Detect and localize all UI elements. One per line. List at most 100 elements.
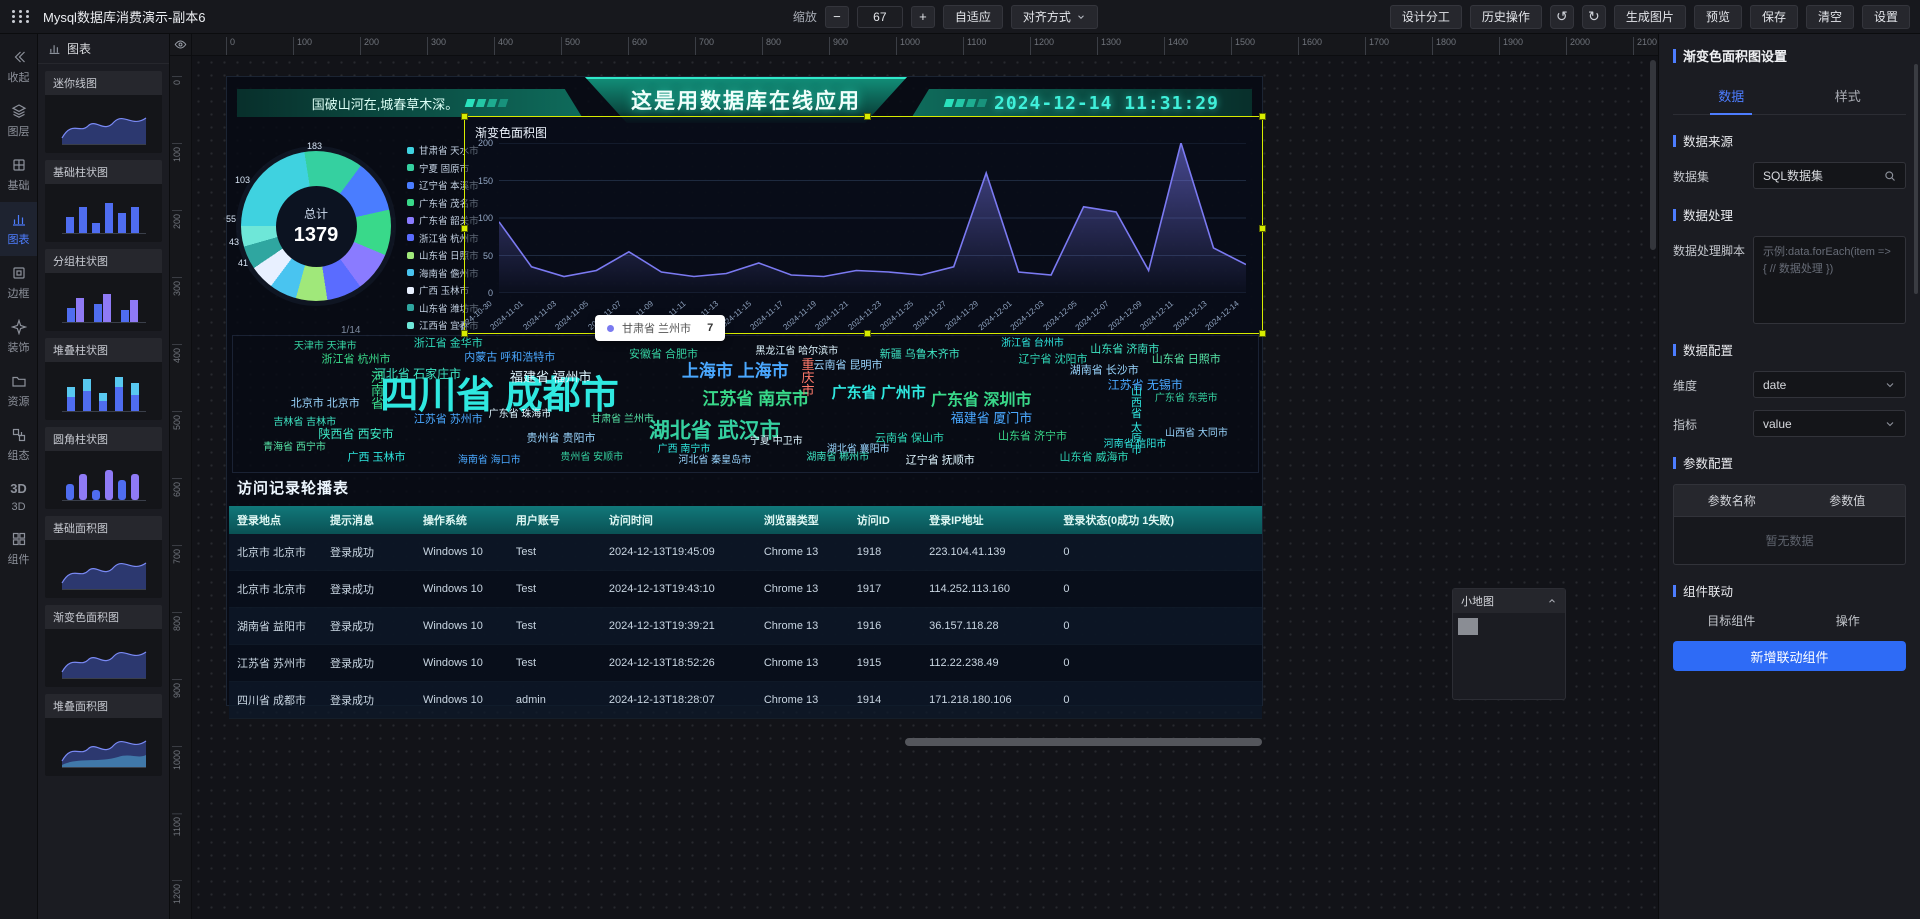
wordcloud-word: 湖北省 襄阳市 [827,445,890,455]
resize-handle[interactable] [1259,113,1266,120]
script-textarea[interactable]: 示例:data.forEach(item => { // 数据处理 }) [1753,236,1906,324]
wordcloud-word: 江苏省 苏州市 [414,415,483,426]
x-axis-label: 2024-11-21 [814,299,851,332]
preview-button[interactable]: 预览 [1694,5,1742,29]
dataset-select[interactable]: SQL数据集 [1753,162,1906,189]
settings-scrollbar[interactable] [1914,64,1918,294]
table-cell: 1917 [849,571,921,608]
fit-button[interactable]: 自适应 [943,5,1003,29]
vertical-scrollbar[interactable] [1650,60,1656,250]
resize-handle[interactable] [461,225,468,232]
chart-template-圆角柱状图[interactable]: 圆角柱状图 [45,427,162,509]
resize-handle[interactable] [461,330,468,337]
chart-template-基础柱状图[interactable]: 基础柱状图 [45,160,162,242]
chart-tooltip: 甘肃省 兰州市 7 [595,315,725,341]
wordcloud-word: 山东省 济南市 [1090,344,1159,355]
nav-item-charts[interactable]: 图表 [0,202,37,256]
nav-item-basic[interactable]: 基础 [0,148,37,202]
chart-template-分组柱状图[interactable]: 分组柱状图 [45,249,162,331]
wordcloud-word: 广东省 深圳市 [931,393,1031,409]
horizontal-scrollbar[interactable] [905,738,1262,746]
x-axis-label: 2024-12-05 [1041,299,1078,332]
chart-template-堆叠面积图[interactable]: 堆叠面积图 [45,694,162,776]
legend-label: 广西 玉林市 [419,283,469,297]
nav-item-layers[interactable]: 图层 [0,94,37,148]
table-cell: Chrome 13 [756,571,849,608]
dashboard-screen[interactable]: 国破山河在,城春草木深。 这是用数据库在线应用 2024-12-14 11:31… [226,76,1263,706]
settings-button[interactable]: 设置 [1862,5,1910,29]
clear-button[interactable]: 清空 [1806,5,1854,29]
table-row: 北京市 北京市登录成功Windows 10Test2024-12-13T19:4… [229,534,1262,571]
undo-icon[interactable]: ↺ [1550,5,1574,29]
resize-handle[interactable] [864,113,871,120]
history-button[interactable]: 历史操作 [1470,5,1542,29]
zoom-value[interactable]: 67 [857,6,903,28]
zoom-out-button[interactable]: − [825,6,849,28]
canvas-viewport[interactable]: 国破山河在,城春草木深。 这是用数据库在线应用 2024-12-14 11:31… [192,56,1658,919]
screen-title: 这是用数据库在线应用 [631,85,861,115]
metric-select[interactable]: value [1753,410,1906,437]
nav-item-collapse[interactable]: 收起 [0,40,37,94]
search-icon[interactable] [1884,170,1896,182]
nav-item-label: 收起 [8,69,30,85]
deco-squares [466,99,507,107]
nav-item-widgets[interactable]: 组件 [0,522,37,576]
widgets-icon [11,531,27,547]
x-axis-label: 2024-11-29 [944,299,981,332]
gradient-area-chart-component[interactable]: 渐变色面积图 050100150200 2024-10-302024-11-01… [465,117,1262,333]
table-header-cell: 登录地点 [229,506,322,534]
app-menu-icon[interactable] [12,10,31,23]
digital-clock: 2024-12-14 11:31:29 [994,93,1219,114]
align-dropdown[interactable]: 对齐方式 [1011,5,1098,29]
nav-item-label: 3D [11,501,25,513]
legend-dot [407,164,414,171]
y-axis-label: 200 [467,138,493,148]
redo-icon[interactable]: ↻ [1582,5,1606,29]
table-cell: Windows 10 [415,534,508,571]
wordcloud-word: 辽宁省 抚顺市 [906,456,975,467]
resource-icon [11,373,27,389]
zoom-in-button[interactable]: + [911,6,935,28]
tooltip-series-name: 甘肃省 兰州市 [622,320,691,336]
save-button[interactable]: 保存 [1750,5,1798,29]
record-table-component[interactable]: 访问记录轮播表 登录地点提示消息操作系统用户账号访问时间浏览器类型访问ID登录I… [229,477,1262,705]
resize-handle[interactable] [461,113,468,120]
nav-item-three-d[interactable]: 3D3D [0,472,37,522]
legend-dot [407,287,414,294]
nav-item-decorate[interactable]: 装饰 [0,310,37,364]
resize-handle[interactable] [1259,330,1266,337]
donut-chart-component[interactable]: 总计 1379 183103554341 甘肃省 天水市宁夏 固原市辽宁省 本溪… [237,133,473,348]
table-cell: 湖南省 益阳市 [229,608,322,645]
wordcloud-word: 浙江省 台州市 [1001,339,1064,349]
chart-template-渐变色面积图[interactable]: 渐变色面积图 [45,605,162,687]
dimension-select[interactable]: date [1753,371,1906,398]
nav-item-composite[interactable]: 组态 [0,418,37,472]
generate-image-button[interactable]: 生成图片 [1614,5,1686,29]
chart-template-label: 迷你线图 [45,71,162,95]
donut-slice-value: 41 [238,258,248,268]
table-cell: admin [508,682,601,719]
param-name-header: 参数名称 [1674,485,1790,516]
y-axis-label: 150 [467,176,493,186]
ruler-horizontal[interactable]: 0100200300400500600700800900100011001200… [192,34,1658,56]
add-linkage-button[interactable]: 新增联动组件 [1673,641,1906,671]
y-axis-label: 100 [467,213,493,223]
resize-handle[interactable] [1259,225,1266,232]
nav-item-border[interactable]: 边框 [0,256,37,310]
minimap-body[interactable] [1453,613,1565,699]
tab-data[interactable]: 数据 [1673,77,1790,114]
minimap-header[interactable]: 小地图 [1453,589,1565,613]
x-axis-label: 2024-11-17 [749,299,786,332]
tab-style[interactable]: 样式 [1790,77,1907,114]
chart-template-迷你线图[interactable]: 迷你线图 [45,71,162,153]
chart-template-基础面积图[interactable]: 基础面积图 [45,516,162,598]
guides-toggle[interactable] [170,34,192,56]
design-split-button[interactable]: 设计分工 [1390,5,1462,29]
settings-title: 渐变色面积图设置 [1673,46,1906,65]
resize-handle[interactable] [864,330,871,337]
nav-item-resource[interactable]: 资源 [0,364,37,418]
x-axis-label: 2024-11-03 [521,299,558,332]
ruler-vertical[interactable]: 0100200300400500600700800900100011001200 [170,56,192,919]
chart-template-堆叠柱状图[interactable]: 堆叠柱状图 [45,338,162,420]
wordcloud-component[interactable]: 四川省 成都市湖北省 武汉市江苏省 南京市上海市 上海市广东省 广州市广东省 深… [232,335,1259,473]
